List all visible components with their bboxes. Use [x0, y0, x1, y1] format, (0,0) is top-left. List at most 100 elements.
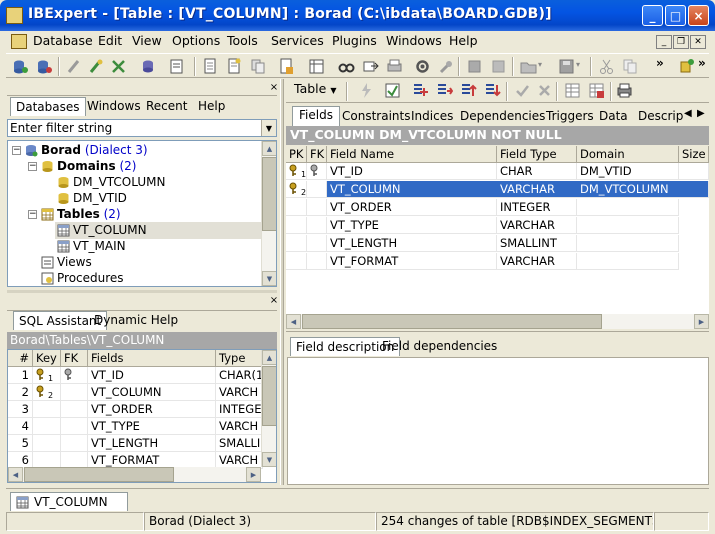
tab-dependencies[interactable]: Dependencies: [460, 109, 545, 123]
tab-description[interactable]: Descrip: [638, 109, 683, 123]
query-builder-icon[interactable]: [308, 58, 325, 75]
tab-recent[interactable]: Recent: [141, 97, 192, 116]
field-type-cell[interactable]: CHAR: [497, 163, 577, 180]
menu-edit[interactable]: Edit: [98, 33, 122, 48]
disconnect-icon[interactable]: [88, 58, 105, 75]
open-folder-icon[interactable]: [520, 58, 537, 75]
scroll-left-icon[interactable]: ◀: [286, 314, 301, 329]
copy-object-icon[interactable]: [250, 58, 267, 75]
tab-windows[interactable]: Windows: [82, 97, 146, 116]
tool-gray-icon[interactable]: [490, 58, 507, 75]
sql-grid-vscrollbar[interactable]: ▲ ▼: [261, 350, 276, 467]
filter-input[interactable]: Enter filter string ▼: [7, 119, 277, 137]
scroll-thumb[interactable]: [302, 314, 602, 329]
compile-icon[interactable]: [358, 82, 375, 99]
field-cell[interactable]: VT_LENGTH: [88, 435, 216, 452]
settings-icon[interactable]: [414, 58, 431, 75]
window-tab-vt-column[interactable]: VT_COLUMN: [10, 492, 128, 511]
plugin-icon[interactable]: [678, 58, 695, 75]
mdi-restore-button[interactable]: ❐: [673, 35, 689, 49]
field-cell[interactable]: VT_ID: [88, 367, 216, 384]
tab-databases[interactable]: Databases: [10, 97, 86, 116]
print-icon[interactable]: [386, 58, 403, 75]
menu-plugins[interactable]: Plugins: [332, 33, 377, 48]
field-name-cell[interactable]: VT_TYPE: [327, 217, 497, 234]
tree-table-item[interactable]: VT_MAIN: [73, 239, 126, 255]
domain-cell[interactable]: [577, 199, 679, 216]
tab-help[interactable]: Help: [193, 97, 230, 116]
tab-field-dependencies[interactable]: Field dependencies: [377, 337, 502, 356]
move-down-icon[interactable]: [484, 82, 501, 99]
field-name-cell[interactable]: VT_FORMAT: [327, 253, 497, 270]
cut-icon[interactable]: [598, 58, 615, 75]
domain-cell[interactable]: DM_VTCOLUMN: [577, 181, 679, 198]
scroll-thumb[interactable]: [262, 157, 276, 231]
tree-views-node[interactable]: Views: [57, 255, 92, 271]
minimize-button[interactable]: _: [642, 5, 663, 26]
rollback-icon[interactable]: [536, 82, 553, 99]
copy-icon[interactable]: [622, 58, 639, 75]
stop-icon[interactable]: [466, 58, 483, 75]
menu-tools[interactable]: Tools: [227, 33, 258, 48]
field-name-cell[interactable]: VT_COLUMN: [327, 181, 497, 198]
tree-domain-item[interactable]: DM_VTCOLUMN: [73, 175, 165, 191]
field-name-cell[interactable]: VT_ID: [327, 163, 497, 180]
menu-windows[interactable]: Windows: [386, 33, 442, 48]
tab-dynamic-help[interactable]: Dynamic Help: [89, 311, 183, 330]
new-document-icon[interactable]: [202, 58, 219, 75]
scroll-thumb[interactable]: [262, 366, 276, 426]
search-metadata-icon[interactable]: [338, 58, 355, 75]
tab-triggers[interactable]: Triggers: [546, 109, 594, 123]
menu-options[interactable]: Options: [172, 33, 220, 48]
fields-grid-hscrollbar[interactable]: ◀ ▶: [286, 314, 709, 329]
menu-database[interactable]: Database: [33, 33, 93, 48]
field-type-cell[interactable]: VARCHAR: [497, 181, 577, 198]
tree-domains-node[interactable]: Domains (2): [57, 159, 136, 175]
scroll-left-icon[interactable]: ◀: [8, 467, 23, 482]
connect-icon[interactable]: [66, 58, 83, 75]
field-description-editor[interactable]: [287, 357, 709, 485]
scroll-right-icon[interactable]: ▶: [246, 467, 261, 482]
tree-table-item[interactable]: VT_COLUMN: [73, 223, 147, 239]
table-menu-button[interactable]: Table ▼: [294, 81, 336, 100]
db-explorer-close-icon[interactable]: ×: [269, 83, 279, 93]
close-button[interactable]: ×: [688, 5, 709, 26]
maximize-button[interactable]: □: [665, 5, 686, 26]
refresh-table-icon[interactable]: [384, 82, 401, 99]
field-name-cell[interactable]: VT_LENGTH: [327, 235, 497, 252]
tree-db-node[interactable]: Borad (Dialect 3): [41, 143, 148, 159]
commit-icon[interactable]: [514, 82, 531, 99]
tools-icon[interactable]: [438, 58, 455, 75]
add-field-icon[interactable]: [412, 82, 429, 99]
insert-field-icon[interactable]: [436, 82, 453, 99]
unregister-db-icon[interactable]: [36, 58, 53, 75]
print-table-icon[interactable]: [616, 82, 633, 99]
reconnect-icon[interactable]: [110, 58, 127, 75]
scroll-down-icon[interactable]: ▼: [262, 271, 276, 286]
domain-cell[interactable]: [577, 217, 679, 234]
move-up-icon[interactable]: [460, 82, 477, 99]
field-type-cell[interactable]: VARCHAR: [497, 217, 577, 234]
filter-dropdown-icon[interactable]: ▼: [261, 120, 276, 136]
field-name-cell[interactable]: VT_ORDER: [327, 199, 497, 216]
tree-tables-node[interactable]: Tables (2): [57, 207, 121, 223]
tab-constraints[interactable]: Constraints: [342, 109, 410, 123]
scroll-thumb[interactable]: [24, 467, 174, 482]
save-icon[interactable]: [558, 58, 575, 75]
collapse-icon[interactable]: −: [28, 210, 37, 219]
sql-assistant-close-icon[interactable]: ×: [269, 296, 279, 306]
domain-cell[interactable]: DM_VTID: [577, 163, 679, 180]
menu-help[interactable]: Help: [449, 33, 478, 48]
sql-grid-hscrollbar[interactable]: ◀ ▶: [8, 467, 261, 482]
tree-procedures-node[interactable]: Procedures: [57, 271, 124, 286]
tab-indices[interactable]: Indices: [411, 109, 453, 123]
backup-icon[interactable]: [168, 58, 185, 75]
scroll-up-icon[interactable]: ▲: [262, 350, 276, 365]
scroll-down-icon[interactable]: ▼: [262, 452, 276, 467]
menu-view[interactable]: View: [132, 33, 162, 48]
field-type-cell[interactable]: SMALLINT: [497, 235, 577, 252]
field-type-cell[interactable]: INTEGER: [497, 199, 577, 216]
domain-cell[interactable]: [577, 253, 679, 270]
mdi-close-button[interactable]: ✕: [690, 35, 706, 49]
grid-icon[interactable]: [564, 82, 581, 99]
